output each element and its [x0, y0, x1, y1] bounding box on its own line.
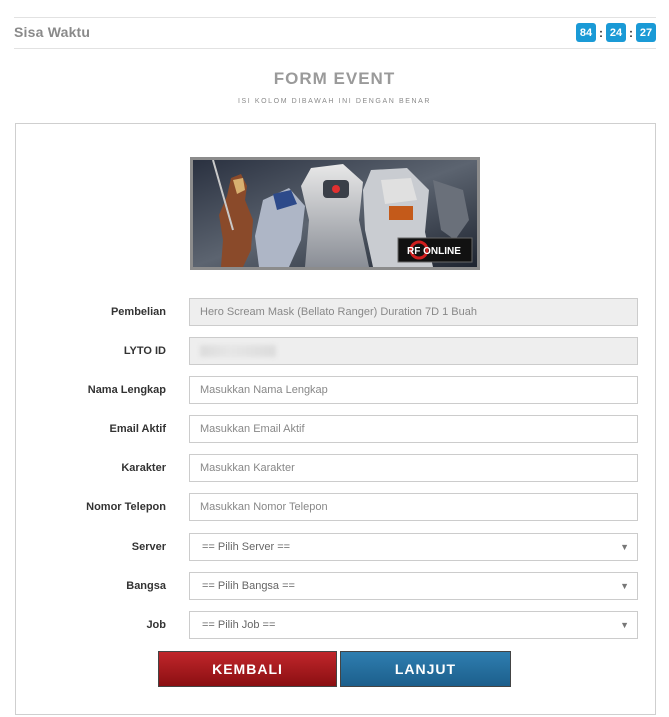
row-bangsa: Bangsa == Pilih Bangsa == ▼ — [16, 572, 657, 600]
nomor-telepon-input[interactable]: Masukkan Nomor Telepon — [189, 493, 638, 521]
form-panel: RF ONLINE Pembelian Hero Scream Mask (Be… — [15, 123, 656, 715]
banner-logo-text: RF ONLINE — [407, 246, 461, 257]
form-title: FORM EVENT — [273, 69, 396, 88]
row-nomor-telepon: Nomor Telepon Masukkan Nomor Telepon — [16, 493, 657, 521]
redacted-value — [200, 345, 276, 358]
label-lyto-id: LYTO ID — [123, 345, 166, 357]
chevron-down-icon: ▼ — [620, 620, 629, 630]
chevron-down-icon: ▼ — [620, 581, 629, 591]
server-select[interactable]: == Pilih Server == ▼ — [189, 533, 638, 561]
email-aktif-input[interactable]: Masukkan Email Aktif — [189, 415, 638, 443]
label-karakter: Karakter — [121, 462, 166, 474]
timer-separator: : — [629, 25, 633, 40]
timer-minutes: 24 — [606, 23, 626, 42]
row-server: Server == Pilih Server == ▼ — [16, 533, 657, 561]
row-nama-lengkap: Nama Lengkap Masukkan Nama Lengkap — [16, 376, 657, 404]
lyto-id-field — [189, 337, 638, 365]
row-lyto-id: LYTO ID — [16, 337, 657, 365]
nama-lengkap-input[interactable]: Masukkan Nama Lengkap — [189, 376, 638, 404]
row-pembelian: Pembelian Hero Scream Mask (Bellato Rang… — [16, 298, 657, 326]
banner-artwork: RF ONLINE — [193, 160, 477, 267]
server-selected-value: == Pilih Server == — [202, 541, 291, 553]
timer-seconds: 27 — [636, 23, 656, 42]
timer-label: Sisa Waktu — [14, 24, 91, 40]
job-selected-value: == Pilih Job == — [202, 619, 276, 631]
bangsa-select[interactable]: == Pilih Bangsa == ▼ — [189, 572, 638, 600]
form-subtitle: ISI KOLOM DIBAWAH INI DENGAN BENAR — [237, 98, 432, 105]
label-bangsa: Bangsa — [126, 580, 166, 592]
karakter-input[interactable]: Masukkan Karakter — [189, 454, 638, 482]
lanjut-button[interactable]: LANJUT — [340, 651, 511, 687]
kembali-button[interactable]: KEMBALI — [158, 651, 337, 687]
pembelian-field: Hero Scream Mask (Bellato Ranger) Durati… — [189, 298, 638, 326]
label-nomor-telepon: Nomor Telepon — [86, 501, 166, 513]
job-select[interactable]: == Pilih Job == ▼ — [189, 611, 638, 639]
timer-bar: Sisa Waktu 84 : 24 : 27 — [14, 17, 656, 49]
label-server: Server — [131, 541, 166, 553]
timer-separator: : — [599, 25, 603, 40]
label-job: Job — [146, 619, 166, 631]
row-karakter: Karakter Masukkan Karakter — [16, 454, 657, 482]
label-nama-lengkap: Nama Lengkap — [87, 384, 166, 396]
bangsa-selected-value: == Pilih Bangsa == — [202, 580, 295, 592]
event-banner: RF ONLINE — [190, 157, 480, 270]
countdown-timer: 84 : 24 : 27 — [576, 23, 656, 42]
row-email-aktif: Email Aktif Masukkan Email Aktif — [16, 415, 657, 443]
row-job: Job == Pilih Job == ▼ — [16, 611, 657, 639]
chevron-down-icon: ▼ — [620, 542, 629, 552]
label-pembelian: Pembelian — [110, 306, 166, 318]
timer-hours: 84 — [576, 23, 596, 42]
label-email-aktif: Email Aktif — [109, 423, 166, 435]
